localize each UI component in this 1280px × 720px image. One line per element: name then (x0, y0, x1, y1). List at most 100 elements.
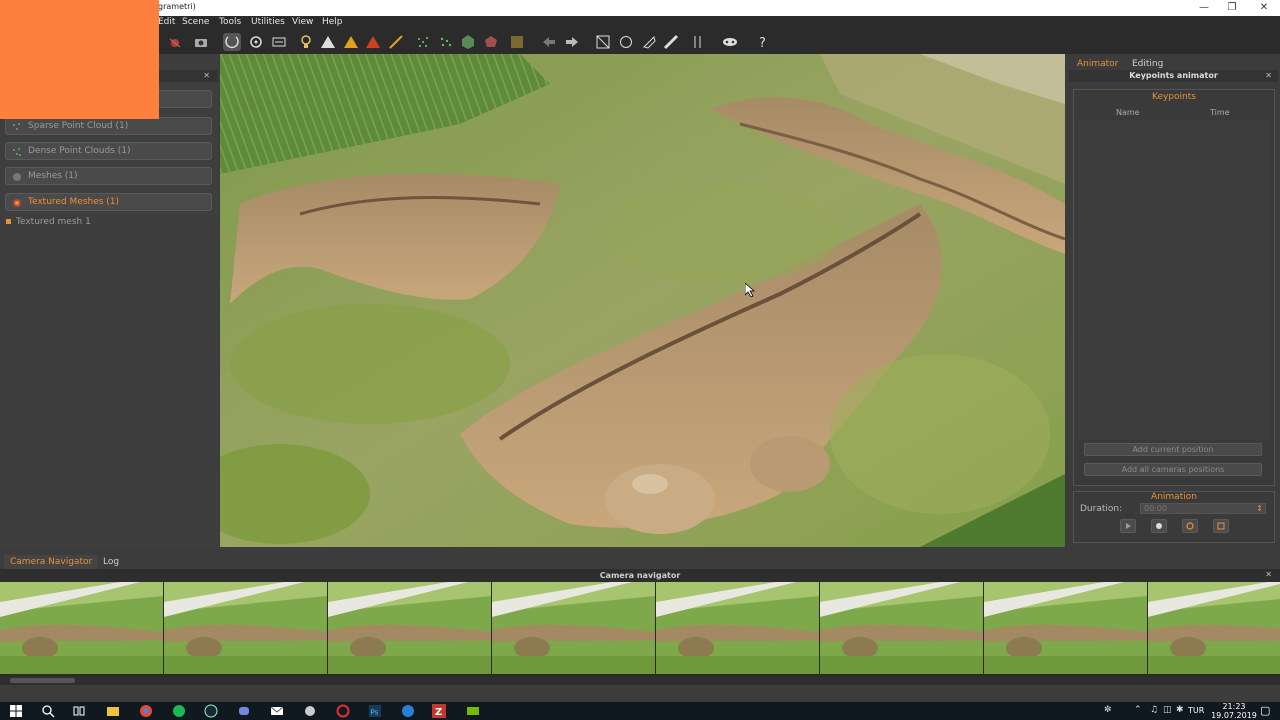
menu-tools[interactable]: Tools (219, 17, 241, 27)
camera-thumbnail[interactable] (164, 582, 327, 674)
tools-icon[interactable] (689, 33, 707, 51)
notifications-icon[interactable]: ▢ (1260, 704, 1270, 717)
search-icon[interactable] (41, 704, 55, 718)
opera-icon[interactable] (336, 704, 350, 718)
redo-icon[interactable] (563, 33, 581, 51)
discord-icon[interactable] (237, 704, 251, 718)
select-icon[interactable] (594, 33, 612, 51)
svg-text:Z: Z (435, 707, 442, 718)
cube-icon[interactable] (459, 33, 477, 51)
spotify-icon[interactable] (172, 704, 186, 718)
file-explorer-icon[interactable] (106, 704, 120, 718)
steam-icon[interactable] (204, 704, 218, 718)
orbit-icon[interactable] (223, 33, 241, 51)
volume-icon[interactable]: ♫ (1150, 705, 1158, 715)
bluetooth-icon[interactable]: ✱ (1176, 705, 1184, 715)
tree-item-label: Sparse Point Cloud (1) (28, 121, 129, 131)
points-alt-icon[interactable] (437, 33, 455, 51)
tree-item-textured-meshes[interactable]: Textured Meshes (1) (5, 193, 212, 211)
camera-thumbnail[interactable] (1148, 582, 1280, 674)
camera-thumbnail[interactable] (820, 582, 983, 674)
photoshop-icon[interactable]: Ps (368, 704, 382, 718)
brush-icon[interactable] (387, 33, 405, 51)
tree-subitem-textured-mesh-1[interactable]: Textured mesh 1 (6, 217, 91, 227)
chevron-up-icon[interactable]: ⌃ (1134, 705, 1142, 715)
camera-thumbnail[interactable] (492, 582, 655, 674)
help-icon[interactable]: ? (754, 33, 772, 51)
tree-item-sparse-point-cloud[interactable]: Sparse Point Cloud (1) (5, 117, 212, 135)
keypoints-list[interactable] (1078, 120, 1270, 440)
duration-input[interactable]: 00:00 ↕ (1140, 503, 1266, 514)
3d-viewport[interactable] (220, 54, 1065, 547)
spinner-icon[interactable]: ↕ (1256, 504, 1263, 513)
animator-panel: Animator Editing Keypoints animator ✕ Ke… (1067, 54, 1280, 548)
vpn-icon[interactable] (401, 704, 415, 718)
tree-item-label: Dense Point Clouds (1) (28, 146, 131, 156)
restore-icon[interactable]: ❐ (1216, 0, 1248, 16)
bug-icon[interactable] (166, 33, 184, 51)
menu-edit[interactable]: Edit (158, 17, 175, 27)
lasso-icon[interactable] (617, 33, 635, 51)
triangle-icon[interactable] (319, 33, 337, 51)
column-name: Name (1116, 108, 1140, 117)
panel-close-icon[interactable]: ✕ (203, 71, 210, 80)
keypoints-group: Keypoints Name Time Add current position… (1073, 89, 1275, 486)
thumbnail-scrollbar[interactable] (0, 676, 1280, 685)
rotate-icon[interactable] (247, 33, 265, 51)
app-icon[interactable] (303, 704, 317, 718)
triangle-red-icon[interactable] (364, 33, 382, 51)
play-button[interactable] (1120, 519, 1136, 533)
chrome-icon[interactable] (139, 704, 153, 718)
camera-thumbnail[interactable] (984, 582, 1147, 674)
record-button[interactable] (1151, 519, 1167, 533)
network-icon[interactable]: ◫ (1163, 705, 1172, 715)
triangle-alt-icon[interactable] (342, 33, 360, 51)
clock-date[interactable]: 19.07.2019 (1204, 711, 1264, 720)
tab-log[interactable]: Log (97, 555, 125, 569)
language-indicator[interactable]: TUR (1188, 706, 1204, 715)
camera-thumbnail[interactable] (0, 582, 163, 674)
ruler-icon[interactable] (662, 33, 680, 51)
loop-button[interactable] (1182, 519, 1198, 533)
menu-view[interactable]: View (292, 17, 313, 27)
export-button[interactable] (1213, 519, 1229, 533)
tab-animator[interactable]: Animator (1077, 59, 1118, 69)
tree-item-meshes[interactable]: Meshes (1) (5, 167, 212, 185)
undo-icon[interactable] (540, 33, 558, 51)
menu-help[interactable]: Help (322, 17, 343, 27)
points-icon[interactable] (414, 33, 432, 51)
camera-thumbnail[interactable] (656, 582, 819, 674)
zotero-icon[interactable]: Z (432, 704, 446, 718)
windows-taskbar: Ps Z ✼ ⌃ ♫ ◫ ✱ TUR 21:23 19.07.2019 ▢ (0, 702, 1280, 720)
terrain-model-image (220, 54, 1065, 547)
pen-icon[interactable]: ✼ (1104, 705, 1112, 715)
mail-icon[interactable] (270, 704, 284, 718)
cut-icon[interactable] (640, 33, 658, 51)
mask-icon[interactable] (721, 33, 739, 51)
scrollbar-thumb[interactable] (10, 678, 75, 683)
camera-icon[interactable] (192, 33, 210, 51)
tree-item-dense-point-clouds[interactable]: Dense Point Clouds (1) (5, 142, 212, 160)
mesh-icon[interactable] (482, 33, 500, 51)
tab-editing[interactable]: Editing (1132, 59, 1163, 69)
nvidia-icon[interactable] (466, 704, 480, 718)
menu-scene[interactable]: Scene (182, 17, 209, 27)
animation-header: Animation (1151, 492, 1197, 502)
title-bar: grametri) — ❐ ✕ (0, 0, 1280, 16)
fit-icon[interactable] (270, 33, 288, 51)
light-icon[interactable] (297, 33, 315, 51)
clock-time[interactable]: 21:23 (1214, 702, 1254, 711)
window-title: grametri) (158, 2, 196, 11)
task-view-icon[interactable] (72, 704, 86, 718)
navigator-close-icon[interactable]: ✕ (1265, 570, 1272, 579)
add-all-cameras-positions-button[interactable]: Add all cameras positions (1084, 463, 1262, 476)
mesh-icon (13, 173, 21, 181)
panel-close-icon[interactable]: ✕ (1265, 71, 1272, 80)
windows-start-icon[interactable] (9, 704, 23, 718)
texture-icon[interactable] (508, 33, 526, 51)
camera-thumbnail[interactable] (328, 582, 491, 674)
tab-camera-navigator[interactable]: Camera Navigator (4, 555, 99, 569)
add-current-position-button[interactable]: Add current position (1084, 443, 1262, 456)
close-icon[interactable]: ✕ (1248, 0, 1280, 16)
menu-utilities[interactable]: Utilities (251, 17, 285, 27)
